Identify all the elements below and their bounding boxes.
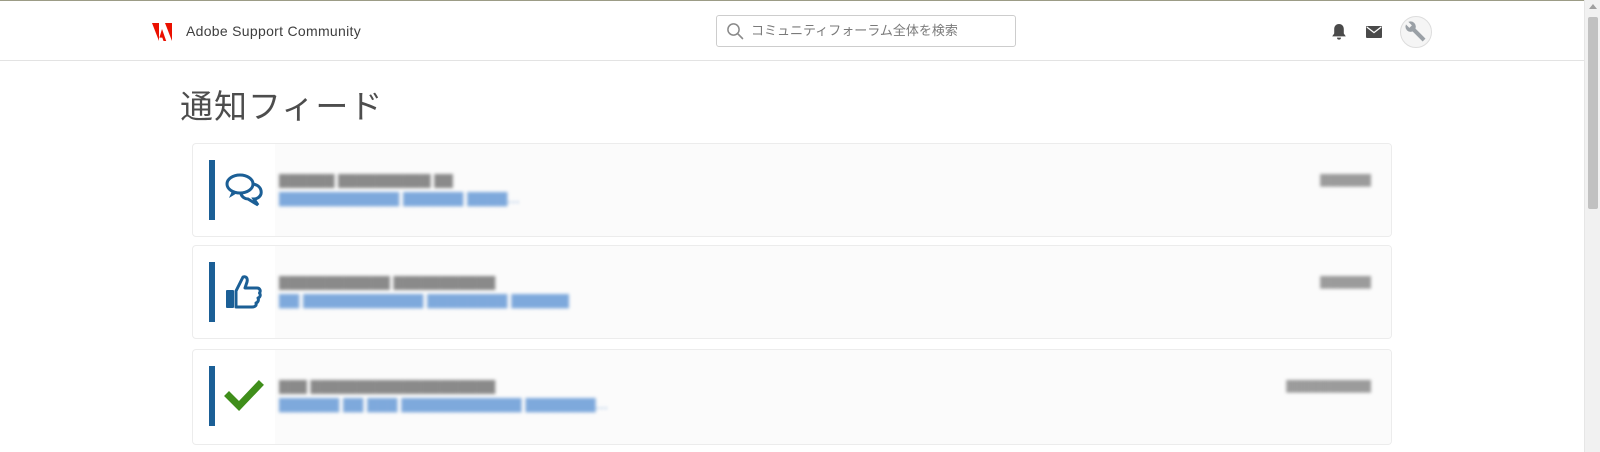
scroll-thumb[interactable]	[1588, 17, 1598, 209]
user-avatar[interactable]	[1400, 16, 1432, 48]
speech-bubbles-icon	[225, 173, 263, 207]
notification-date: ██████████	[1286, 380, 1371, 393]
notification-body	[275, 246, 1391, 338]
notification-date: ██████	[1320, 276, 1371, 289]
notification-subject-link[interactable]: ████████████ ██████ ████...	[279, 192, 569, 207]
adobe-logo-icon[interactable]	[152, 23, 172, 41]
notification-date: ██████	[1320, 174, 1371, 187]
mail-icon[interactable]	[1366, 26, 1382, 38]
notification-item[interactable]: ███ ████████████████████ ██████ ██ ███ █…	[192, 349, 1392, 445]
site-header: Adobe Support Community	[0, 1, 1584, 61]
page-scrollbar[interactable]	[1584, 0, 1600, 452]
search-input[interactable]	[751, 20, 1007, 42]
brand-name[interactable]: Adobe Support Community	[186, 23, 361, 39]
notification-accent-bar	[209, 366, 215, 426]
notification-body	[275, 350, 1391, 444]
notification-item[interactable]: ██████ ██████████ ██ ████████████ ██████…	[192, 143, 1392, 237]
notification-item[interactable]: ████████████ ███████████ ██ ████████████…	[192, 245, 1392, 339]
notification-sender[interactable]: ████████████ ███████████	[279, 276, 514, 290]
notification-body	[275, 144, 1391, 236]
bell-icon[interactable]	[1331, 23, 1347, 41]
thumbs-up-icon	[226, 275, 262, 309]
wrench-icon	[1405, 21, 1426, 42]
notification-accent-bar	[209, 262, 215, 322]
search-icon	[727, 23, 744, 40]
search-box[interactable]	[716, 15, 1016, 47]
notification-accent-bar	[209, 160, 215, 220]
notification-sender[interactable]: ██████ ██████████ ██	[279, 174, 499, 188]
notification-subject-link[interactable]: ██████ ██ ███ ████████████ ███████...	[279, 398, 609, 413]
notification-sender[interactable]: ███ ████████████████████	[279, 380, 514, 394]
checkmark-icon	[224, 380, 264, 412]
page-title: 通知フィード	[180, 87, 384, 126]
scroll-up-arrow-icon[interactable]	[1589, 4, 1597, 9]
notification-subject-link[interactable]: ██ ████████████ ████████ ██████...	[279, 294, 569, 309]
